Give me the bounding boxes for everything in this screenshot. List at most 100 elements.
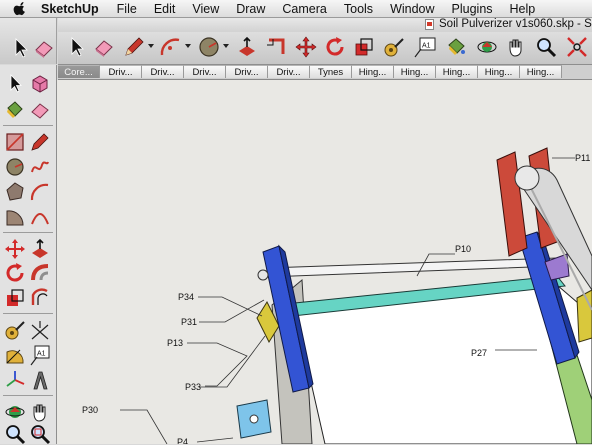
scale-icon[interactable] (4, 287, 26, 309)
tape-measure-icon[interactable] (382, 35, 406, 59)
label-p34: P34 (178, 292, 194, 302)
paint-bucket-icon[interactable] (444, 35, 468, 59)
select-icon[interactable] (64, 35, 88, 59)
menu-plugins[interactable]: Plugins (452, 2, 493, 16)
3d-text-icon[interactable] (29, 369, 51, 391)
protractor-icon[interactable] (4, 344, 26, 366)
palette-divider (3, 125, 53, 126)
eraser-icon[interactable] (92, 35, 116, 59)
follow-me-icon[interactable] (264, 35, 288, 59)
scale-icon[interactable] (352, 35, 376, 59)
paint-bucket-icon[interactable] (4, 99, 26, 121)
menu-window[interactable]: Window (390, 2, 434, 16)
label-p11: P11 (575, 153, 590, 163)
shape-dropdown-icon[interactable] (223, 44, 229, 48)
palette-divider (3, 313, 53, 314)
menu-bar: SketchUp File Edit View Draw Camera Tool… (0, 0, 592, 18)
text-label-icon[interactable]: A1 (29, 344, 51, 366)
circle-icon[interactable] (4, 156, 26, 178)
menu-help[interactable]: Help (510, 2, 536, 16)
eraser-icon[interactable] (29, 99, 51, 121)
menu-draw[interactable]: Draw (236, 2, 265, 16)
svg-text:A1: A1 (422, 43, 431, 50)
tab-scene-2[interactable]: Driv... (100, 65, 142, 78)
tab-scene-7[interactable]: Tynes (310, 65, 352, 78)
label-p4: P4 (177, 437, 188, 444)
menu-file[interactable]: File (117, 2, 137, 16)
move-icon[interactable] (294, 35, 318, 59)
yellow-gusset-right-part (576, 289, 592, 343)
menu-app-sketchup[interactable]: SketchUp (41, 2, 99, 16)
push-pull-icon[interactable] (29, 238, 51, 260)
line-dropdown-icon[interactable] (148, 44, 154, 48)
offset-icon[interactable] (29, 287, 51, 309)
text-label-icon[interactable]: A1 (413, 35, 437, 59)
arc-icon[interactable] (29, 181, 51, 203)
arc-icon[interactable] (159, 35, 183, 59)
tool-palette: A1 (0, 65, 57, 445)
rotate-icon[interactable] (323, 35, 347, 59)
move-icon[interactable] (4, 238, 26, 260)
tape-measure-icon[interactable] (4, 319, 26, 341)
arc-dropdown-icon[interactable] (185, 44, 191, 48)
polygon-icon[interactable] (4, 181, 26, 203)
label-p13: P13 (167, 338, 183, 348)
label-p30: P30 (82, 405, 98, 415)
svg-text:A1: A1 (37, 351, 46, 358)
tab-scene-4[interactable]: Driv... (184, 65, 226, 78)
pan-icon[interactable] (29, 401, 51, 423)
mini-toolbar (0, 18, 57, 64)
freehand-icon[interactable] (29, 156, 51, 178)
main-toolbar: A1 (58, 32, 592, 65)
tab-scene-9[interactable]: Hing... (394, 65, 436, 78)
tab-scene-11[interactable]: Hing... (478, 65, 520, 78)
zoom-icon[interactable] (4, 423, 26, 445)
menu-edit[interactable]: Edit (154, 2, 176, 16)
palette-divider (3, 232, 53, 233)
palette-divider (3, 395, 53, 396)
tab-scene-3[interactable]: Driv... (142, 65, 184, 78)
line-pencil-icon[interactable] (122, 35, 146, 59)
make-component-icon[interactable] (29, 73, 51, 95)
tab-scene-12[interactable]: Hing... (520, 65, 562, 78)
select-icon[interactable] (4, 73, 26, 95)
tab-scene-5[interactable]: Driv... (226, 65, 268, 78)
pie-icon[interactable] (4, 206, 26, 228)
axes-icon[interactable] (4, 369, 26, 391)
apple-menu-icon[interactable] (13, 1, 27, 16)
model-canvas[interactable]: P34 P31 P13 P33 P30 P4 P10 P11 P27 (57, 80, 592, 444)
zoom-extents-icon[interactable] (565, 35, 589, 59)
shape-circle-icon[interactable] (197, 35, 221, 59)
zoom-icon[interactable] (534, 35, 558, 59)
label-p33: P33 (185, 382, 201, 392)
menu-view[interactable]: View (192, 2, 219, 16)
window-title-text: Soil Pulverizer v1s060.skp - Sket (439, 18, 592, 30)
menu-tools[interactable]: Tools (344, 2, 373, 16)
tab-scene-10[interactable]: Hing... (436, 65, 478, 78)
line-pencil-icon[interactable] (29, 131, 51, 153)
window-title: Soil Pulverizer v1s060.skp - Sket (425, 18, 592, 30)
orbit-icon[interactable] (475, 35, 499, 59)
push-pull-icon[interactable] (235, 35, 259, 59)
follow-me-icon[interactable] (29, 262, 51, 284)
three-point-arc-icon[interactable] (29, 206, 51, 228)
rotate-icon[interactable] (4, 262, 26, 284)
label-p27: P27 (471, 348, 487, 358)
select-icon[interactable] (8, 36, 32, 60)
eraser-icon[interactable] (32, 36, 56, 60)
pan-icon[interactable] (504, 35, 528, 59)
zoom-window-icon[interactable] (29, 423, 51, 445)
tab-scene-6[interactable]: Driv... (268, 65, 310, 78)
nut-part (257, 269, 269, 281)
scene-tabs: Core... Driv... Driv... Driv... Driv... … (58, 65, 592, 80)
rod-part (266, 257, 558, 278)
rectangle-icon[interactable] (4, 131, 26, 153)
tab-scene-1[interactable]: Core... (58, 65, 100, 78)
window-titlebar: Soil Pulverizer v1s060.skp - Sket (58, 18, 592, 32)
menu-camera[interactable]: Camera (282, 2, 326, 16)
model-viewport[interactable]: P34 P31 P13 P33 P30 P4 P10 P11 P27 (57, 80, 592, 444)
tab-scene-8[interactable]: Hing... (352, 65, 394, 78)
dimension-icon[interactable] (29, 319, 51, 341)
label-p10: P10 (455, 244, 471, 254)
orbit-icon[interactable] (4, 401, 26, 423)
